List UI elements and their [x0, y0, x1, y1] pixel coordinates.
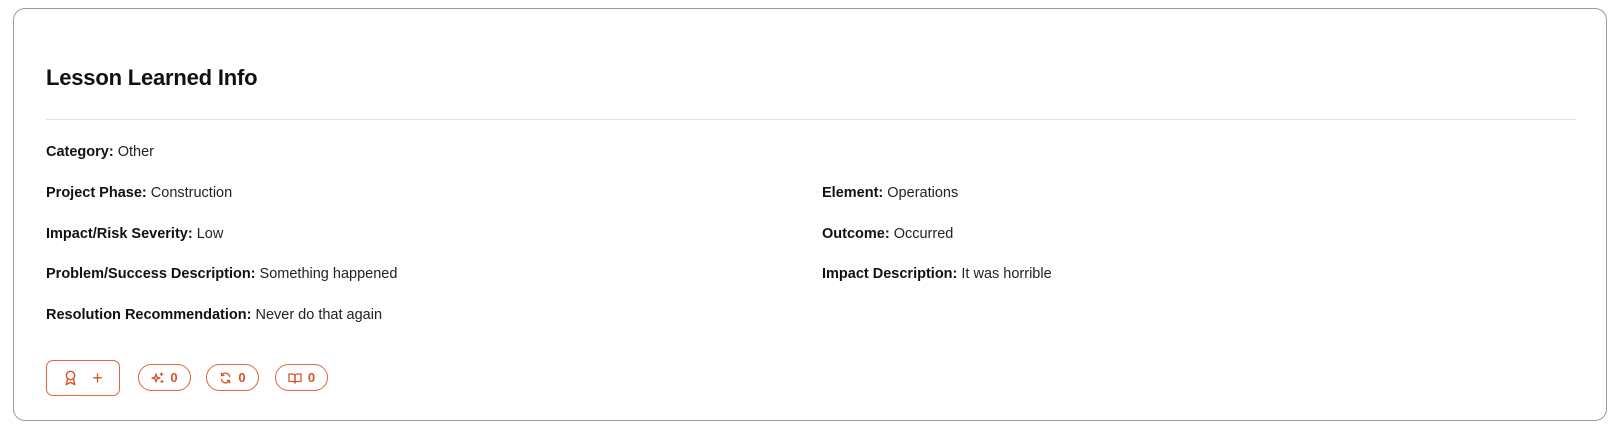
refresh-count-button[interactable]: 0	[206, 364, 259, 391]
sparkle-icon	[151, 371, 165, 384]
sparkle-count: 0	[170, 370, 178, 385]
field-impact-description: Impact Description: It was horrible	[822, 264, 1052, 284]
book-icon	[288, 372, 302, 384]
field-value: Construction	[150, 185, 233, 201]
field-problem-description: Problem/Success Description: Something h…	[46, 264, 397, 284]
plus-icon: +	[92, 368, 103, 388]
refresh-icon	[219, 372, 232, 384]
field-label: Project Phase:	[46, 185, 147, 201]
field-label: Element:	[822, 185, 884, 201]
field-value: Low	[196, 226, 224, 242]
field-element: Element: Operations	[822, 183, 958, 203]
field-value: Never do that again	[255, 307, 383, 323]
book-count-button[interactable]: 0	[275, 364, 328, 391]
field-label: Category:	[46, 144, 114, 160]
field-impact-severity: Impact/Risk Severity: Low	[46, 224, 223, 244]
field-label: Impact/Risk Severity:	[46, 226, 193, 242]
field-resolution: Resolution Recommendation: Never do that…	[46, 305, 382, 325]
refresh-count: 0	[238, 370, 246, 385]
field-value: Operations	[887, 185, 959, 201]
field-label: Impact Description:	[822, 266, 958, 282]
card-title: Lesson Learned Info	[46, 65, 258, 90]
lesson-learned-card: Lesson Learned Info Category: Other Proj…	[13, 8, 1607, 421]
field-label: Problem/Success Description:	[46, 266, 256, 282]
divider	[46, 119, 1576, 120]
field-label: Resolution Recommendation:	[46, 307, 252, 323]
field-outcome: Outcome: Occurred	[822, 224, 953, 244]
field-value: It was horrible	[961, 266, 1052, 282]
field-value: Something happened	[259, 266, 398, 282]
field-value: Other	[117, 144, 154, 160]
sparkle-count-button[interactable]: 0	[138, 364, 191, 391]
field-label: Outcome:	[822, 226, 890, 242]
field-category: Category: Other	[46, 142, 154, 162]
field-project-phase: Project Phase: Construction	[46, 183, 232, 203]
award-add-button[interactable]: +	[46, 360, 120, 396]
field-value: Occurred	[893, 226, 954, 242]
book-count: 0	[307, 370, 316, 385]
award-icon	[63, 370, 78, 386]
